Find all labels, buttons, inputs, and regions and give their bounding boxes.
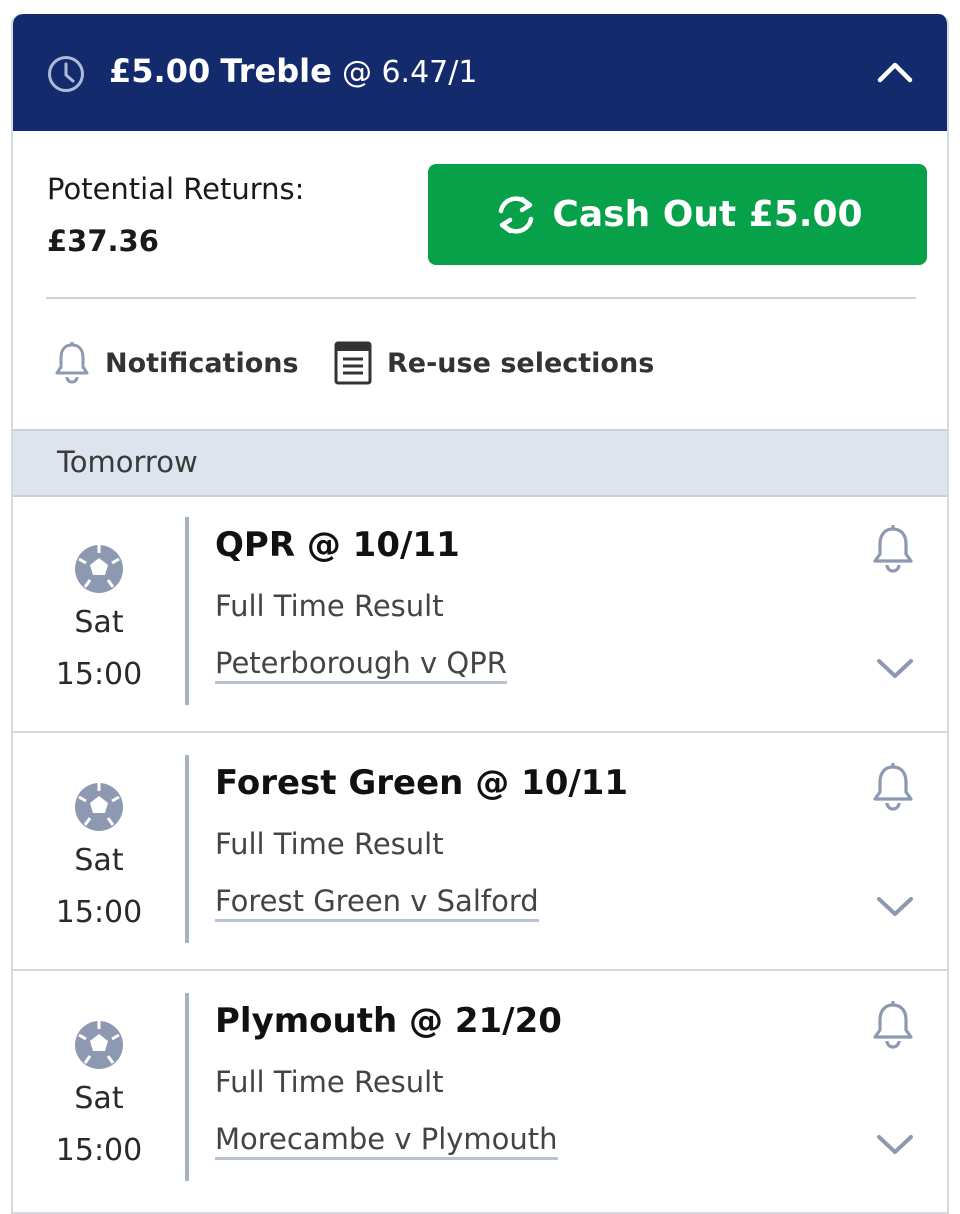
event-day: Sat: [74, 605, 124, 640]
selection-market: Full Time Result: [215, 827, 444, 861]
divider: [46, 297, 916, 299]
selection-divider: [185, 517, 189, 705]
bet-stake: £5.00: [109, 52, 211, 90]
selection-row: Sat 15:00 QPR @ 10/11 Full Time Result P…: [13, 495, 947, 733]
bet-type: Treble: [220, 52, 332, 90]
selection-row: Sat 15:00 Plymouth @ 21/20 Full Time Res…: [13, 971, 947, 1209]
day-header: Tomorrow: [13, 429, 947, 497]
bell-icon: [55, 342, 89, 384]
event-link[interactable]: Peterborough v QPR: [215, 645, 507, 684]
selection-divider: [185, 755, 189, 943]
potential-returns-label: Potential Returns:: [47, 172, 305, 206]
chevron-down-icon[interactable]: [875, 1131, 915, 1157]
football-icon: [75, 545, 123, 593]
event-time: 15:00: [55, 895, 143, 930]
refresh-icon: [499, 195, 534, 234]
cash-out-label: Cash Out £5.00: [552, 194, 863, 235]
football-icon: [75, 1021, 123, 1069]
potential-returns-value: £37.36: [47, 224, 159, 258]
bet-odds: @ 6.47/1: [341, 55, 478, 90]
day-header-label: Tomorrow: [57, 445, 198, 479]
cash-out-button[interactable]: Cash Out £5.00: [428, 164, 927, 265]
football-icon: [75, 783, 123, 831]
event-time: 15:00: [55, 657, 143, 692]
selection-name: Forest Green @ 10/11: [215, 763, 629, 803]
bet-title: £5.00 Treble @ 6.47/1: [109, 52, 477, 90]
event-link[interactable]: Morecambe v Plymouth: [215, 1121, 558, 1160]
selection-row: Sat 15:00 Forest Green @ 10/11 Full Time…: [13, 733, 947, 971]
chevron-down-icon[interactable]: [875, 655, 915, 681]
bet-card: £5.00 Treble @ 6.47/1 Potential Returns:…: [11, 14, 949, 1214]
clock-icon: [48, 56, 84, 92]
selection-name: QPR @ 10/11: [215, 525, 460, 565]
event-time: 15:00: [55, 1133, 143, 1168]
reuse-selections-button[interactable]: Re-use selections: [333, 340, 654, 386]
bell-icon[interactable]: [869, 761, 917, 813]
bell-icon[interactable]: [869, 999, 917, 1051]
selection-divider: [185, 993, 189, 1181]
bet-header[interactable]: £5.00 Treble @ 6.47/1: [13, 14, 947, 131]
notifications-button[interactable]: Notifications: [53, 340, 299, 386]
chevron-up-icon[interactable]: [875, 56, 915, 86]
selection-market: Full Time Result: [215, 589, 444, 623]
selection-market: Full Time Result: [215, 1065, 444, 1099]
document-icon: [334, 341, 372, 385]
notifications-label: Notifications: [105, 347, 299, 379]
event-link[interactable]: Forest Green v Salford: [215, 883, 539, 922]
event-day: Sat: [74, 1081, 124, 1116]
bell-icon[interactable]: [869, 523, 917, 575]
event-day: Sat: [74, 843, 124, 878]
reuse-selections-label: Re-use selections: [387, 347, 655, 379]
selection-name: Plymouth @ 21/20: [215, 1001, 562, 1041]
chevron-down-icon[interactable]: [875, 893, 915, 919]
